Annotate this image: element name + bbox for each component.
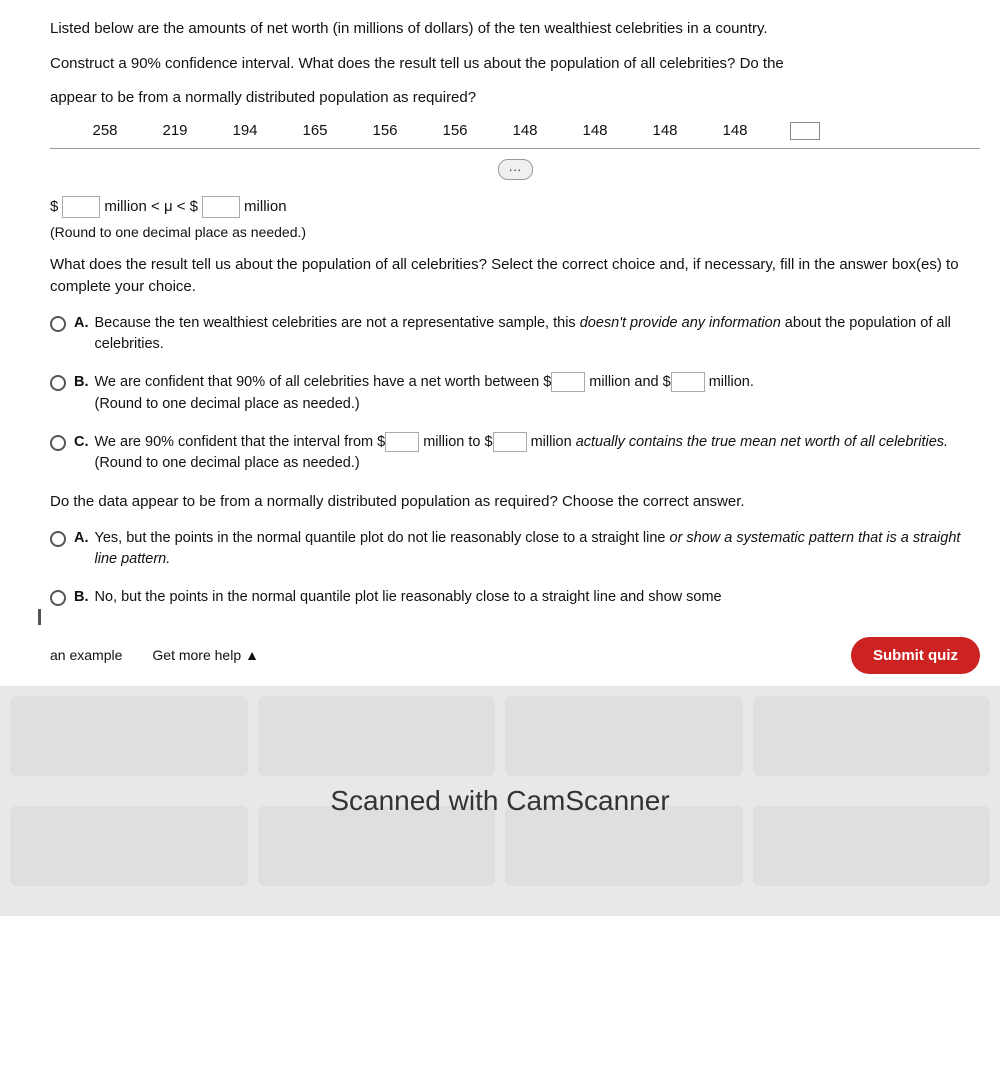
option-c-upper-input[interactable] (493, 432, 527, 452)
option-b-radio[interactable] (50, 375, 66, 391)
example-link[interactable]: an example (50, 647, 122, 663)
option-b-block: B. We are confident that 90% of all cele… (50, 372, 980, 416)
option-b-round-note: (Round to one decimal place as needed.) (95, 396, 360, 412)
round-note-1: (Round to one decimal place as needed.) (50, 224, 980, 240)
second-option-b-radio[interactable] (50, 590, 66, 606)
ci-upper-input[interactable] (202, 196, 240, 218)
option-c-radio[interactable] (50, 435, 66, 451)
option-b-upper-input[interactable] (671, 372, 705, 392)
select-question-text: What does the result tell us about the p… (50, 254, 980, 299)
scanner-icon-7 (505, 806, 743, 886)
option-b-letter: B. (74, 372, 89, 394)
ci-dollar-1: $ (50, 198, 58, 215)
data-val-0: 258 (90, 122, 120, 139)
second-option-b-block: B. No, but the points in the normal quan… (50, 587, 980, 609)
ellipsis-button[interactable]: ··· (498, 159, 533, 180)
option-c-round-note: (Round to one decimal place as needed.) (95, 455, 360, 471)
second-option-a-block: A. Yes, but the points in the normal qua… (50, 528, 980, 572)
ci-end-label: million (244, 198, 287, 215)
scanner-icon-1 (10, 696, 248, 776)
option-a-letter: A. (74, 313, 89, 335)
second-question-text: Do the data appear to be from a normally… (50, 491, 980, 514)
scanner-icon-2 (258, 696, 496, 776)
data-val-5: 156 (440, 122, 470, 139)
option-c-letter: C. (74, 432, 89, 454)
scanner-text: Scanned with CamScanner (330, 785, 669, 817)
content-area: Listed below are the amounts of net wort… (0, 0, 1000, 686)
help-arrow-icon: ▲ (245, 647, 259, 663)
scanner-icon-4 (753, 696, 991, 776)
ci-lower-input[interactable] (62, 196, 100, 218)
confidence-interval-line: $ million < μ < $ million (50, 196, 980, 218)
second-option-a-letter: A. (74, 528, 89, 550)
scanner-section: Scanned with CamScanner (0, 686, 1000, 916)
page-wrapper: Listed below are the amounts of net wort… (0, 0, 1000, 1067)
option-c-lower-input[interactable] (385, 432, 419, 452)
data-val-4: 156 (370, 122, 400, 139)
option-a-radio[interactable] (50, 316, 66, 332)
question-text-line1: Listed below are the amounts of net wort… (50, 18, 980, 41)
second-option-b-text: No, but the points in the normal quantil… (95, 587, 981, 609)
get-help-label: Get more help (152, 647, 241, 663)
submit-quiz-button[interactable]: Submit quiz (851, 637, 980, 674)
scanner-icon-6 (258, 806, 496, 886)
divider-row: ··· (50, 148, 980, 180)
scanner-icon-3 (505, 696, 743, 776)
second-option-a-text: Yes, but the points in the normal quanti… (95, 528, 981, 572)
option-c-block: C. We are 90% confident that the interva… (50, 432, 980, 476)
scanner-icon-5 (10, 806, 248, 886)
get-help-button[interactable]: Get more help ▲ (152, 647, 259, 663)
data-val-8: 148 (650, 122, 680, 139)
data-val-3: 165 (300, 122, 330, 139)
second-option-a-radio[interactable] (50, 531, 66, 547)
question-text-line2: Construct a 90% confidence interval. Wha… (50, 53, 980, 76)
scanner-icon-8 (753, 806, 991, 886)
data-val-9: 148 (720, 122, 750, 139)
data-val-1: 219 (160, 122, 190, 139)
ci-middle-label: million < μ < $ (104, 198, 198, 215)
option-a-block: A. Because the ten wealthiest celebritie… (50, 313, 980, 357)
main-content: Listed below are the amounts of net wort… (0, 0, 1000, 609)
question-text-line3: appear to be from a normally distributed… (50, 87, 980, 110)
option-b-text: We are confident that 90% of all celebri… (95, 372, 981, 416)
data-val-6: 148 (510, 122, 540, 139)
option-b-lower-input[interactable] (551, 372, 585, 392)
data-row: 258 219 194 165 156 156 148 148 148 148 (90, 122, 980, 140)
bottom-bar: an example Get more help ▲ Submit quiz (0, 625, 1000, 686)
data-val-2: 194 (230, 122, 260, 139)
option-a-text: Because the ten wealthiest celebrities a… (95, 313, 981, 357)
option-c-text: We are 90% confident that the interval f… (95, 432, 981, 476)
copy-icon[interactable] (790, 122, 820, 140)
data-val-7: 148 (580, 122, 610, 139)
second-option-b-letter: B. (74, 587, 89, 609)
